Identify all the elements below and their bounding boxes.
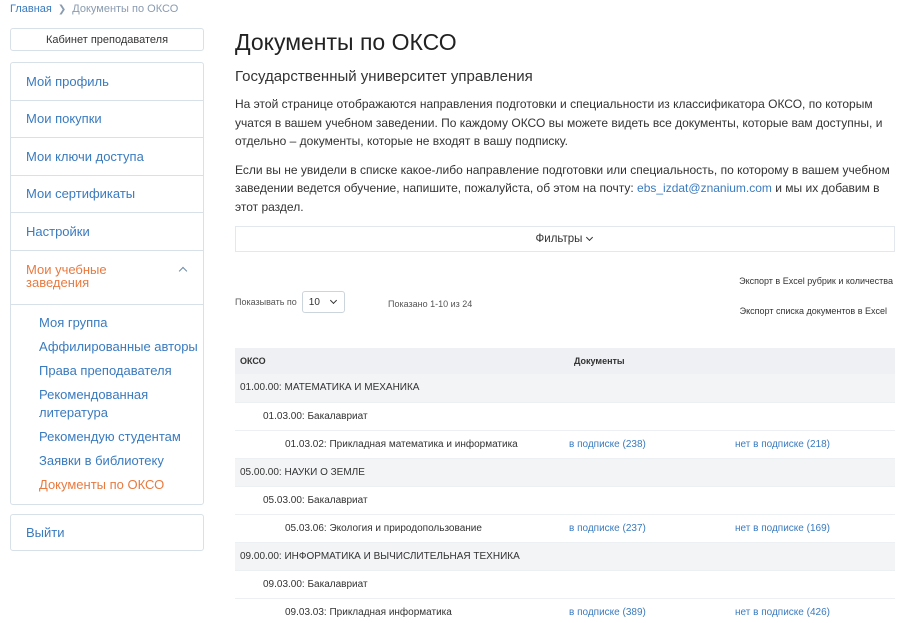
in-subscription-cell: в подписке (238) xyxy=(569,430,735,459)
page-title: Документы по ОКСО xyxy=(235,29,457,55)
submenu-item-okso-documents[interactable]: Документы по ОКСО xyxy=(39,476,203,494)
okso-specialty-name: 09.03.03: Прикладная информатика xyxy=(235,598,569,623)
submenu-item-affiliated-authors[interactable]: Аффилированные авторы xyxy=(39,338,203,356)
intro-paragraph: На этой странице отображаются направлени… xyxy=(235,97,883,148)
in-subscription-cell xyxy=(569,402,735,431)
in-subscription-cell xyxy=(569,486,735,515)
submenu-item-recommend-students[interactable]: Рекомендую студентам xyxy=(39,428,203,446)
breadcrumb-current: Документы по ОКСО xyxy=(72,3,179,15)
not-in-subscription-link[interactable]: нет в подписке (218) xyxy=(735,439,830,450)
sidebar-item-access-keys[interactable]: Мои ключи доступа xyxy=(11,138,203,176)
table-row: 09.03.00: Бакалавриат xyxy=(235,570,895,599)
table-row: 05.00.00: НАУКИ О ЗЕМЛЕ xyxy=(235,458,895,487)
okso-group-name: 09.00.00: ИНФОРМАТИКА И ВЫЧИСЛИТЕЛЬНАЯ Т… xyxy=(235,542,895,571)
page-size-label: Показывать по xyxy=(235,297,297,307)
page-size-control: Показывать по 10 xyxy=(235,291,345,313)
not-in-subscription-cell xyxy=(735,486,895,515)
teacher-cabinet-button[interactable]: Кабинет преподавателя xyxy=(10,28,204,51)
submenu-item-my-group[interactable]: Моя группа xyxy=(39,314,203,332)
table-row: 01.00.00: МАТЕМАТИКА И МЕХАНИКА xyxy=(235,374,895,403)
header-okso: ОКСО xyxy=(235,348,569,374)
breadcrumb-home-link[interactable]: Главная xyxy=(10,3,52,15)
okso-group-name: 01.00.00: МАТЕМАТИКА И МЕХАНИКА xyxy=(235,374,895,403)
sidebar-item-label: Мои учебные заведения xyxy=(26,261,107,290)
not-in-subscription-cell xyxy=(735,570,895,599)
table-row: 09.03.03: Прикладная информатика в подпис… xyxy=(235,598,895,623)
okso-specialty-name: 01.03.02: Прикладная математика и информ… xyxy=(235,430,569,459)
not-in-subscription-cell xyxy=(735,402,895,431)
filters-label: Фильтры xyxy=(535,233,583,245)
main-content: Документы по ОКСО Государственный универ… xyxy=(235,28,895,623)
submenu-item-library-requests[interactable]: Заявки в библиотеку xyxy=(39,452,203,470)
institutions-submenu: Моя группа Аффилированные авторы Права п… xyxy=(11,305,203,504)
sidebar-item-profile[interactable]: Мой профиль xyxy=(11,63,203,101)
in-subscription-cell xyxy=(569,570,735,599)
okso-level-name: 05.03.00: Бакалавриат xyxy=(235,486,569,515)
sidebar-item-purchases[interactable]: Мои покупки xyxy=(11,101,203,138)
page-size-value: 10 xyxy=(308,296,320,308)
table-row: 09.00.00: ИНФОРМАТИКА И ВЫЧИСЛИТЕЛЬНАЯ Т… xyxy=(235,542,895,571)
filters-toggle[interactable]: Фильтры xyxy=(235,226,895,252)
sidebar-menu: Мой профиль Мои покупки Мои ключи доступ… xyxy=(10,62,204,505)
page-size-select[interactable]: 10 xyxy=(301,291,345,313)
okso-level-name: 01.03.00: Бакалавриат xyxy=(235,402,569,431)
okso-level-name: 09.03.00: Бакалавриат xyxy=(235,570,569,599)
export-rubrics-link[interactable]: Экспорт в Excel рубрик и количества xyxy=(739,276,893,286)
not-in-subscription-cell: нет в подписке (169) xyxy=(735,514,895,543)
chevron-down-icon xyxy=(586,235,594,243)
chevron-right-icon: ❯ xyxy=(57,3,67,15)
not-in-subscription-link[interactable]: нет в подписке (169) xyxy=(735,523,830,534)
shown-count: Показано 1-10 из 24 xyxy=(388,299,473,309)
table-body: 01.00.00: МАТЕМАТИКА И МЕХАНИКА 01.03.00:… xyxy=(235,374,895,623)
table-row: 05.03.00: Бакалавриат xyxy=(235,486,895,515)
table-row: 01.03.02: Прикладная математика и информ… xyxy=(235,430,895,459)
in-subscription-link[interactable]: в подписке (238) xyxy=(569,439,646,450)
chevron-down-icon xyxy=(330,298,338,306)
submenu-item-teacher-rights[interactable]: Права преподавателя xyxy=(39,362,203,380)
not-in-subscription-cell: нет в подписке (218) xyxy=(735,430,895,459)
breadcrumb: Главная ❯ Документы по ОКСО xyxy=(10,3,178,15)
header-empty xyxy=(735,348,895,374)
sidebar-item-institutions[interactable]: Мои учебные заведения xyxy=(11,251,203,305)
header-documents: Документы xyxy=(569,348,735,374)
email-link[interactable]: ebs_izdat@znanium.com xyxy=(637,181,772,195)
table-row: 05.03.06: Экология и природопользование в… xyxy=(235,514,895,543)
contact-paragraph: Если вы не увидели в списке какое-либо н… xyxy=(235,161,895,217)
sidebar-item-certificates[interactable]: Мои сертификаты xyxy=(11,176,203,213)
okso-table: ОКСО Документы 01.00.00: МАТЕМАТИКА И МЕ… xyxy=(235,348,895,623)
okso-specialty-name: 05.03.06: Экология и природопользование xyxy=(235,514,569,543)
in-subscription-link[interactable]: в подписке (389) xyxy=(569,607,646,618)
sidebar: Кабинет преподавателя Мой профиль Мои по… xyxy=(10,28,204,551)
in-subscription-cell: в подписке (389) xyxy=(569,598,735,623)
not-in-subscription-link[interactable]: нет в подписке (426) xyxy=(735,607,830,618)
chevron-up-icon[interactable] xyxy=(178,265,188,275)
in-subscription-cell: в подписке (237) xyxy=(569,514,735,543)
table-row: 01.03.00: Бакалавриат xyxy=(235,402,895,431)
submenu-item-recommended-literature[interactable]: Рекомендованная литература xyxy=(39,386,203,422)
sidebar-item-settings[interactable]: Настройки xyxy=(11,213,203,251)
not-in-subscription-cell: нет в подписке (426) xyxy=(735,598,895,623)
logout-button[interactable]: Выйти xyxy=(10,513,204,551)
export-documents-link[interactable]: Экспорт списка документов в Excel xyxy=(740,306,887,316)
okso-group-name: 05.00.00: НАУКИ О ЗЕМЛЕ xyxy=(235,458,895,487)
in-subscription-link[interactable]: в подписке (237) xyxy=(569,523,646,534)
university-name: Государственный университет управления xyxy=(235,68,533,85)
table-controls: Экспорт в Excel рубрик и количества Пока… xyxy=(235,252,895,332)
table-header-row: ОКСО Документы xyxy=(235,348,895,374)
